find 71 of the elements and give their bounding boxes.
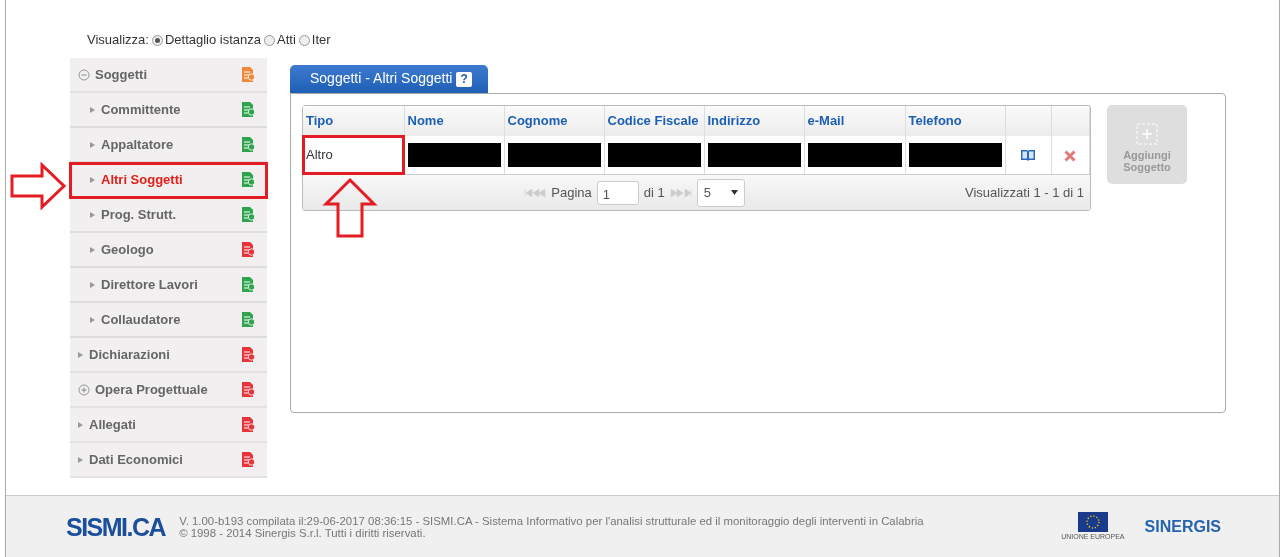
sidebar-label[interactable]: Committente [101, 99, 181, 120]
page-size-select[interactable]: 5 [696, 178, 745, 207]
table-cell: Altro [303, 136, 404, 174]
column-header[interactable]: e-Mail [804, 106, 905, 136]
sidebar-label[interactable]: Collaudatore [101, 309, 181, 330]
column-header[interactable]: Cognome [504, 106, 604, 136]
book-icon[interactable] [1020, 149, 1037, 163]
bullet-icon [90, 316, 95, 323]
pager-forward-icon[interactable] [669, 188, 692, 197]
annotation-arrow [322, 177, 378, 238]
collapse-icon[interactable] [78, 68, 90, 81]
record-count: Visualizzati 1 - 1 di 1 [965, 183, 1084, 202]
pager-back-icon[interactable] [524, 188, 547, 197]
sidebar-item[interactable]: Prog. Strutt. [70, 198, 267, 233]
bullet-icon [90, 246, 95, 253]
bullet-icon [78, 421, 83, 428]
expand-icon[interactable] [78, 383, 90, 396]
sidebar-item[interactable]: Appaltatore [70, 128, 267, 163]
sidebar-label[interactable]: Opera Progettuale [95, 379, 208, 400]
annotation-arrow [10, 162, 67, 210]
column-header[interactable]: Indirizzo [704, 106, 804, 136]
bullet-icon [90, 141, 95, 148]
sidebar-label[interactable]: Dati Economici [89, 449, 183, 470]
sidebar-item[interactable]: Soggetti [70, 58, 267, 93]
radio-label[interactable]: Atti [277, 30, 296, 50]
bullet-icon [78, 351, 83, 358]
bullet-icon [90, 281, 95, 288]
radio-button[interactable] [264, 34, 276, 46]
sidebar-label[interactable]: Dichiarazioni [89, 344, 170, 365]
sidebar-item[interactable]: Direttore Lavori [70, 268, 267, 303]
page-count: di 1 [643, 183, 665, 202]
panel-tab[interactable]: Soggetti - Altri Soggetti ? [290, 65, 488, 93]
sidebar-item[interactable]: Collaudatore [70, 303, 267, 338]
bullet-icon [90, 211, 95, 218]
view-label: Visualizza: [87, 31, 149, 50]
column-header[interactable]: Telefono [905, 106, 1005, 136]
column-header[interactable]: Codice Fiscale [604, 106, 704, 136]
footer-text: © 1998 - 2014 Sinergis S.r.l. Tutti i diritti riservati. [179, 526, 427, 539]
sidebar-label[interactable]: Altri Soggetti [101, 169, 183, 190]
sidebar-label[interactable]: Soggetti [95, 64, 147, 85]
sidebar-label[interactable]: Appaltatore [101, 134, 174, 155]
column-header[interactable]: Nome [404, 106, 504, 136]
sidebar-label[interactable]: Allegati [89, 414, 136, 435]
pager-label: Pagina [551, 183, 592, 202]
column-header[interactable]: Tipo [303, 106, 404, 136]
radio-button[interactable] [298, 34, 310, 46]
sidebar-label[interactable]: Geologo [101, 239, 154, 260]
delete-icon[interactable] [1064, 149, 1077, 162]
bullet-icon [90, 106, 95, 113]
sidebar-item[interactable]: Altri Soggetti [70, 163, 267, 198]
bullet-icon [78, 456, 83, 463]
sidebar-item[interactable]: Geologo [70, 233, 267, 268]
bullet-icon [90, 176, 95, 183]
radio-button[interactable] [151, 34, 163, 46]
radio-label[interactable]: Iter [311, 30, 331, 50]
caret-icon [730, 190, 738, 195]
sidebar-item[interactable]: Allegati [70, 408, 267, 443]
sidebar-label[interactable]: Direttore Lavori [101, 274, 198, 295]
partner-logo: SINERGIS [1144, 516, 1221, 537]
add-icon [1136, 123, 1158, 145]
logo-text: SISMI.CA [66, 511, 167, 542]
radio-label[interactable]: Dettaglio istanza [164, 30, 262, 50]
sidebar-item[interactable]: Dichiarazioni [70, 338, 267, 373]
sidebar-item[interactable]: Opera Progettuale [70, 373, 267, 408]
flag-icon [1077, 512, 1108, 532]
page-input[interactable]: 1 [596, 180, 639, 205]
help-icon[interactable]: ? [456, 72, 472, 87]
sidebar-item[interactable]: Committente [70, 93, 267, 128]
sidebar-item[interactable]: Dati Economici [70, 443, 267, 478]
footer-text: V. 1.00-b193 compilata il:29-06-2017 08:36:15 - SISMI.CA - Sistema Informativo per l'analisi strutturale ed il monitoraggio degli interventi in Calabria [179, 514, 924, 527]
sidebar-label[interactable]: Prog. Strutt. [101, 204, 177, 225]
